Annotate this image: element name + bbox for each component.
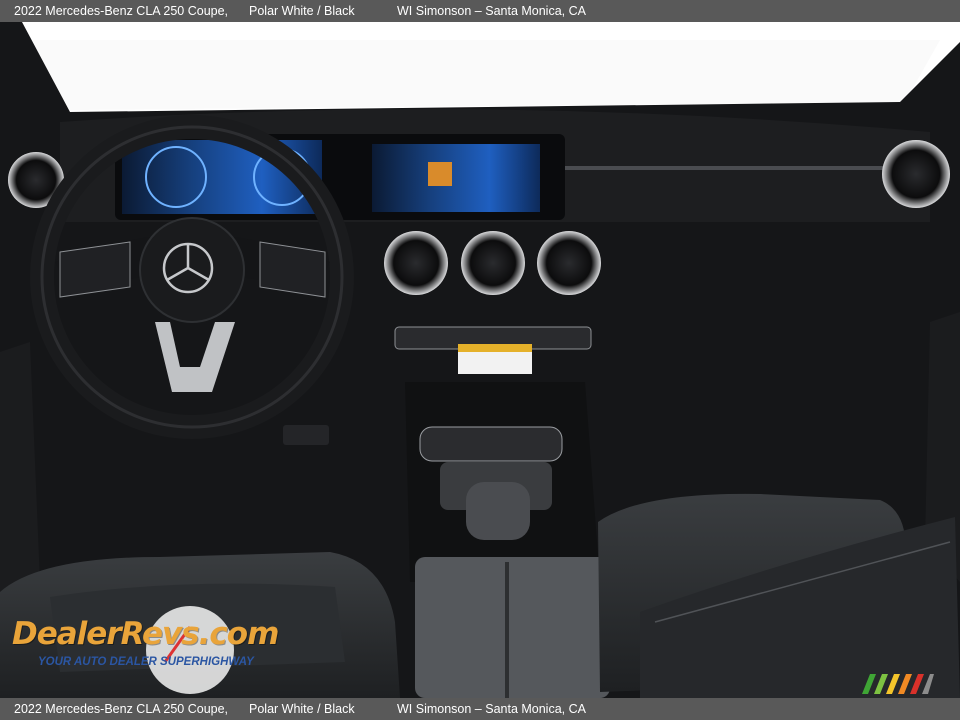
dealer-location: WI Simonson – Santa Monica, CA	[397, 4, 586, 18]
watermark-tagline: YOUR AUTO DEALER SUPERHIGHWAY	[38, 656, 254, 668]
dashboard-illustration	[0, 22, 960, 698]
bottom-caption-bar: 2022 Mercedes-Benz CLA 250 Coupe, Polar …	[0, 698, 960, 720]
watermark-stripes-icon	[862, 674, 934, 694]
vehicle-title-bottom: 2022 Mercedes-Benz CLA 250 Coupe,	[14, 702, 229, 716]
watermark-logo: DealerRevs.com	[12, 616, 279, 652]
vehicle-color: Polar White / Black	[249, 4, 355, 18]
interior-photo	[0, 22, 960, 698]
dealerrevs-watermark: DealerRevs.com YOUR AUTO DEALER SUPERHIG…	[12, 602, 279, 672]
vehicle-title: 2022 Mercedes-Benz CLA 250 Coupe,	[14, 4, 229, 18]
vehicle-color-bottom: Polar White / Black	[249, 702, 355, 716]
top-caption-bar: 2022 Mercedes-Benz CLA 250 Coupe, Polar …	[0, 0, 960, 22]
dealer-location-bottom: WI Simonson – Santa Monica, CA	[397, 702, 586, 716]
